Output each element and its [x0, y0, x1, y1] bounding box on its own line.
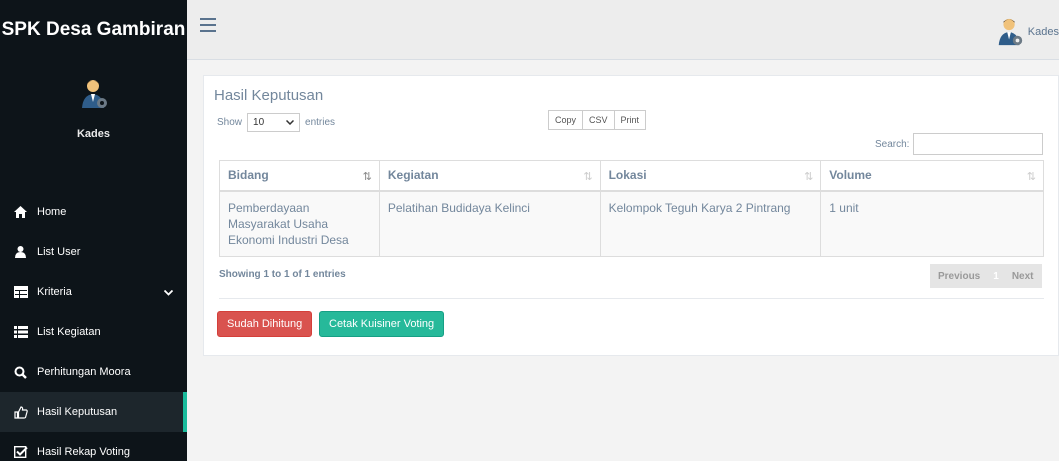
- sidebar-item-label: Hasil Keputusan: [37, 406, 118, 418]
- sidebar-item-hasil-keputusan[interactable]: Hasil Keputusan: [0, 392, 187, 432]
- sidebar-profile: Kades: [0, 60, 187, 140]
- thumbs-up-icon: [13, 405, 28, 419]
- sudah-dihitung-button[interactable]: Sudah Dihitung: [217, 311, 313, 337]
- search-icon: [13, 366, 28, 379]
- pagination: Previous 1 Next: [930, 264, 1042, 288]
- csv-button[interactable]: CSV: [582, 110, 615, 130]
- search-label: Search:: [875, 138, 910, 150]
- sort-icon: ⇅: [583, 171, 593, 183]
- sidebar-item-label: Perhitungan Moora: [37, 366, 131, 378]
- entries-select[interactable]: 10: [247, 113, 301, 132]
- pagination-next[interactable]: Next: [1003, 264, 1042, 288]
- sidebar-item-label: Home: [37, 206, 67, 218]
- results-table: Bidang ⇅ Kegiatan ⇅ Lokasi ⇅ Volume ⇅ Pember…: [219, 160, 1044, 257]
- user-avatar-icon: [998, 18, 1022, 46]
- table-cell-kegiatan: Pelatihan Budidaya Kelinci: [378, 190, 601, 257]
- menu-toggle-icon[interactable]: [200, 18, 216, 32]
- sidebar-item-list-kegiatan[interactable]: List Kegiatan: [0, 312, 187, 352]
- sidebar-item-hasil-rekap-voting[interactable]: Hasil Rekap Voting: [0, 432, 187, 461]
- table-cell-volume: 1 unit: [820, 190, 1044, 257]
- table-cell-lokasi: Kelompok Teguh Karya 2 Pintrang: [599, 190, 822, 257]
- chevron-down-icon: [163, 287, 174, 299]
- sidebar-item-label: List Kegiatan: [37, 326, 101, 338]
- column-header-bidang[interactable]: Bidang ⇅: [219, 160, 380, 192]
- sidebar-item-home[interactable]: Home: [0, 192, 187, 232]
- top-navbar: Kades: [187, 0, 1059, 60]
- table-icon: [13, 286, 28, 299]
- table-row: Pemberdayaan Masyarakat Usaha Ekonomi In…: [219, 190, 1044, 257]
- hasil-keputusan-panel: Hasil Keputusan Show 10 entries Copy CSV…: [203, 75, 1059, 356]
- topbar-username: Kades: [1027, 26, 1059, 38]
- sort-icon: ⇅: [1026, 171, 1036, 183]
- sidebar-item-perhitungan-moora[interactable]: Perhitungan Moora: [0, 352, 187, 392]
- column-header-kegiatan[interactable]: Kegiatan ⇅: [378, 160, 601, 192]
- sidebar: SPK Desa Gambiran Kades Home List User K…: [0, 0, 187, 461]
- sidebar-item-label: Hasil Rekap Voting: [37, 446, 130, 458]
- sidebar-item-label: List User: [37, 246, 81, 258]
- table-cell-bidang: Pemberdayaan Masyarakat Usaha Ekonomi In…: [219, 190, 380, 257]
- divider: [219, 298, 1044, 299]
- table-search: Search:: [875, 133, 1044, 155]
- chevron-down-icon: [285, 117, 295, 128]
- sort-icon: ⇅: [804, 171, 814, 183]
- show-label: Show: [217, 117, 243, 128]
- check-square-icon: [13, 446, 28, 459]
- sort-asc-icon: ⇅: [362, 171, 372, 183]
- cetak-kuisiner-voting-button[interactable]: Cetak Kuisiner Voting: [319, 311, 445, 337]
- list-icon: [13, 326, 28, 339]
- column-header-volume[interactable]: Volume ⇅: [820, 160, 1044, 192]
- table-header-row: Bidang ⇅ Kegiatan ⇅ Lokasi ⇅ Volume ⇅: [219, 160, 1044, 192]
- home-icon: [13, 206, 28, 219]
- table-info: Showing 1 to 1 of 1 entries: [219, 269, 346, 280]
- sidebar-item-kriteria[interactable]: Kriteria: [0, 272, 187, 312]
- export-buttons: Copy CSV Print: [548, 110, 647, 130]
- sidebar-item-list-user[interactable]: List User: [0, 232, 187, 272]
- entries-select-value: 10: [253, 117, 265, 128]
- brand-title[interactable]: SPK Desa Gambiran: [0, 0, 187, 60]
- user-avatar-icon: [81, 80, 107, 108]
- sidebar-nav: Home List User Kriteria List Kegiatan Pe…: [0, 192, 187, 461]
- user-menu[interactable]: Kades: [995, 17, 1059, 47]
- copy-button[interactable]: Copy: [548, 110, 584, 130]
- search-input[interactable]: [913, 133, 1044, 155]
- pagination-page-current[interactable]: 1: [988, 264, 1004, 288]
- pagination-previous[interactable]: Previous: [930, 264, 989, 288]
- sidebar-username: Kades: [76, 128, 111, 140]
- sidebar-item-label: Kriteria: [37, 286, 72, 298]
- column-header-lokasi[interactable]: Lokasi ⇅: [599, 160, 822, 192]
- user-icon: [13, 246, 28, 259]
- panel-title: Hasil Keputusan: [214, 87, 324, 104]
- entries-length-control: Show 10 entries: [217, 113, 335, 132]
- entries-label: entries: [305, 117, 336, 128]
- print-button[interactable]: Print: [613, 110, 647, 130]
